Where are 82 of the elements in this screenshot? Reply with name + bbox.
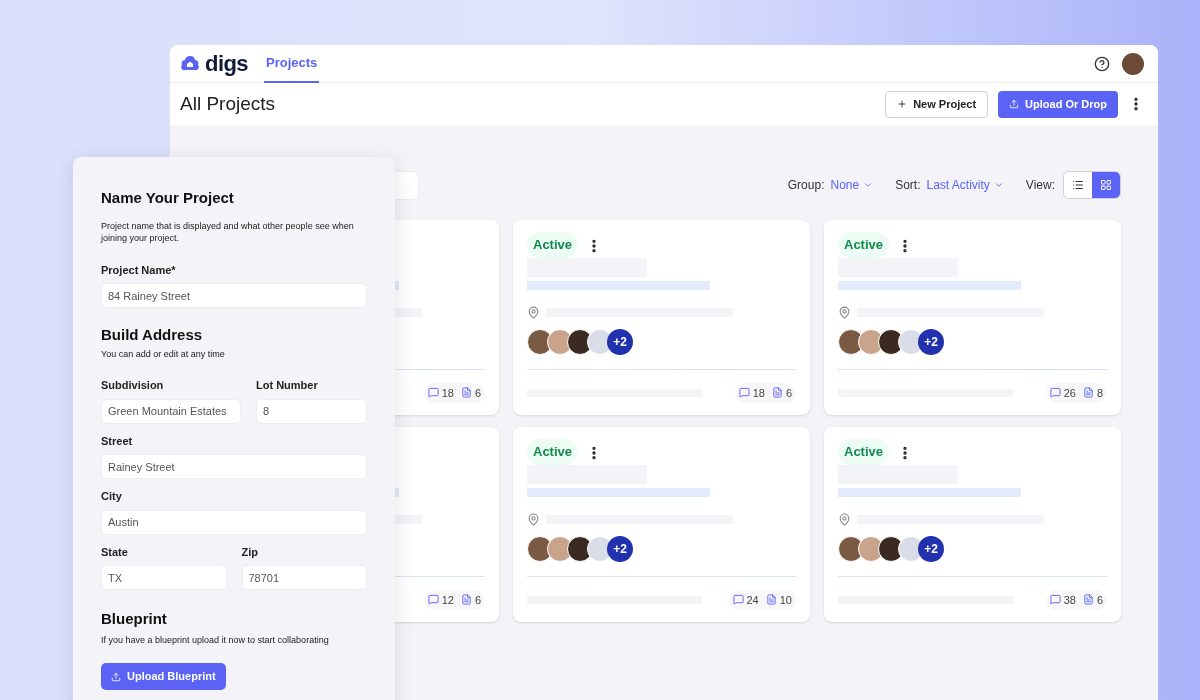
input-field[interactable]: 78701: [241, 565, 367, 590]
chevron-down-icon: [993, 180, 1004, 190]
field-label: City: [101, 489, 123, 504]
file-icon: [771, 387, 783, 399]
field-label: State: [101, 544, 129, 560]
comment-icon: [732, 594, 744, 606]
view-label: View:: [1025, 177, 1055, 194]
location-pin-icon: [838, 512, 851, 526]
project-card[interactable]: Active +2 18 6: [513, 220, 810, 415]
field-label: Subdivision: [101, 378, 165, 393]
grid-view-button[interactable]: [1092, 172, 1120, 198]
file-count: 10: [779, 592, 792, 608]
input-field[interactable]: Austin: [101, 509, 367, 535]
input-field[interactable]: Green Mountain Estates: [101, 398, 241, 424]
input-field[interactable]: 8: [256, 398, 367, 424]
file-icon: [460, 387, 472, 399]
comment-count: 38: [1063, 592, 1076, 608]
new-project-button[interactable]: New Project: [885, 90, 989, 118]
section-title: Build Address: [101, 325, 204, 345]
comment-icon: [1049, 594, 1061, 606]
sort-label: Sort:: [895, 177, 921, 194]
comment-count: 18: [441, 385, 454, 401]
group-label: Group:: [787, 177, 825, 194]
field-label: Zip: [241, 544, 259, 560]
field-label: Project Name*: [101, 262, 177, 278]
section-hint: You can add or edit at any time: [101, 347, 226, 361]
comment-count: 18: [752, 385, 765, 401]
input-field[interactable]: TX: [101, 565, 227, 590]
field-label: Street: [101, 433, 134, 449]
logo-text: digs: [205, 50, 249, 78]
group-dropdown[interactable]: None: [830, 176, 874, 194]
location-pin-icon: [838, 305, 851, 319]
field-label: Lot Number: [256, 378, 319, 393]
file-count: 6: [474, 385, 481, 401]
project-card[interactable]: Active +2 26 8: [824, 220, 1121, 415]
chevron-down-icon: [863, 180, 874, 190]
status-badge: Active: [527, 439, 579, 465]
user-avatar[interactable]: [1122, 52, 1144, 75]
form-title: Name Your Project: [101, 188, 235, 208]
member-count-badge: +2: [918, 535, 944, 562]
input-field[interactable]: 84 Rainey Street: [101, 283, 367, 308]
file-icon: [765, 594, 777, 606]
status-badge: Active: [838, 439, 890, 465]
plus-icon: [897, 99, 908, 109]
status-badge: Active: [527, 232, 579, 258]
upload-icon: [111, 671, 121, 682]
comment-count: 26: [1063, 385, 1076, 401]
file-count: 6: [474, 592, 481, 608]
sort-dropdown[interactable]: Last Activity: [926, 176, 1004, 194]
project-card[interactable]: Active +2 24 10: [513, 427, 810, 622]
file-icon: [1082, 594, 1094, 606]
page-title: All Projects: [180, 91, 276, 116]
member-count-badge: +2: [607, 535, 633, 562]
member-count-badge: +2: [607, 328, 633, 355]
location-pin-icon: [527, 305, 540, 319]
file-count: 6: [785, 385, 792, 401]
section-hint: If you have a blueprint upload it now to start collaborating: [101, 633, 330, 647]
file-icon: [1082, 387, 1094, 399]
upload-blueprint-button[interactable]: Upload Blueprint: [101, 663, 226, 690]
help-icon[interactable]: [1094, 55, 1110, 72]
file-icon: [460, 594, 472, 606]
comment-icon: [427, 594, 439, 606]
section-title: Blueprint: [101, 609, 168, 629]
project-card[interactable]: Active +2 38 6: [824, 427, 1121, 622]
comment-icon: [738, 387, 750, 399]
comment-icon: [1049, 387, 1061, 399]
house-cloud-logo-icon: [180, 54, 200, 73]
comment-count: 12: [441, 592, 454, 608]
member-count-badge: +2: [918, 328, 944, 355]
status-badge: Active: [838, 232, 890, 258]
comment-count: 24: [746, 592, 759, 608]
list-view-button[interactable]: [1064, 172, 1092, 198]
form-description: Project name that is displayed and what other people see when joining your project.: [101, 219, 355, 244]
upload-button[interactable]: Upload Or Drop: [998, 90, 1118, 118]
file-count: 8: [1096, 385, 1103, 401]
input-field[interactable]: Rainey Street: [101, 454, 367, 479]
upload-icon: [1009, 99, 1020, 109]
file-count: 6: [1096, 592, 1103, 608]
grid-icon: [1100, 179, 1112, 191]
comment-icon: [427, 387, 439, 399]
location-pin-icon: [527, 512, 540, 526]
list-icon: [1072, 179, 1084, 191]
